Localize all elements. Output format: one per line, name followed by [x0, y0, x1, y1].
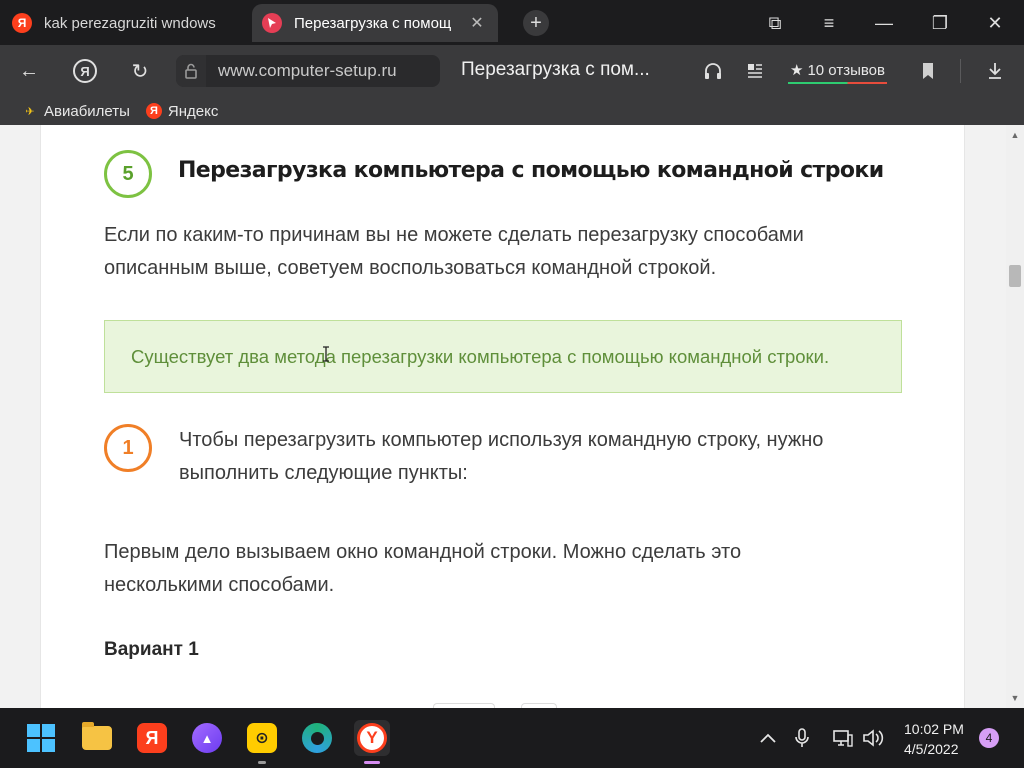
minimize-button[interactable]: — [869, 8, 899, 38]
reload-button[interactable]: ↻ [125, 56, 155, 86]
reviews-label: 10 отзывов [807, 61, 885, 79]
reviews-button[interactable]: ★ 10 отзывов [788, 58, 887, 84]
headphones-icon[interactable] [698, 56, 728, 86]
close-tab-icon[interactable]: ✕ [466, 13, 488, 33]
clock-date: 4/5/2022 [904, 741, 959, 757]
close-window-button[interactable]: ✕ [980, 8, 1010, 38]
body-paragraph: Первым дело вызываем окно командной стро… [104, 541, 742, 596]
yandex-home-button[interactable]: Я [70, 56, 100, 86]
scroll-thumb[interactable] [1009, 265, 1021, 287]
computer-setup-icon [262, 13, 282, 33]
tab-active-article[interactable]: Перезагрузка с помощ ✕ [252, 4, 498, 42]
vertical-scrollbar[interactable]: ▲ ▼ [1006, 125, 1024, 708]
yandex-icon: Я [12, 13, 32, 33]
intro-paragraph: Если по каким-то причинам вы не можете с… [104, 224, 804, 279]
file-explorer-icon[interactable] [79, 720, 115, 756]
microphone-icon[interactable] [790, 726, 814, 750]
plane-icon: ✈ [25, 105, 35, 118]
star-icon: ★ [790, 62, 804, 79]
chevron-up-icon[interactable] [756, 726, 780, 750]
substep-number-badge: 1 [104, 424, 152, 472]
system-clock[interactable]: 10:02 PM 4/5/2022 [904, 719, 964, 759]
back-button[interactable]: ← [14, 56, 44, 86]
url-field[interactable]: www.computer-setup.ru [176, 55, 440, 87]
yandex-browser-icon[interactable]: Y [354, 720, 390, 764]
bookmark-yandex[interactable]: Я Яндекс [145, 102, 219, 120]
tab-title: Перезагрузка с помощ [294, 14, 452, 32]
tab-search-results[interactable]: Я kak perezagruziti wndows [2, 4, 247, 42]
download-icon[interactable] [980, 56, 1010, 86]
bookmark-label: Авиабилеты [44, 102, 130, 120]
bookmark-aviabilety[interactable]: ✈ Авиабилеты [22, 103, 130, 120]
toolbar-divider [960, 59, 961, 83]
notice-text: Существует два метода перезагрузки компь… [131, 345, 830, 367]
yandex-icon: Я [73, 59, 97, 83]
running-indicator [258, 761, 266, 764]
alice-icon[interactable]: ▲ [189, 720, 225, 756]
tab-title: kak perezagruziti wndows [44, 14, 216, 32]
section-heading: Перезагрузка компьютера с помощью команд… [178, 158, 884, 183]
menu-icon[interactable]: ≡ [814, 8, 844, 38]
edge-icon[interactable] [299, 720, 335, 756]
scroll-up-icon[interactable]: ▲ [1006, 127, 1024, 143]
yandex-letter: Я [137, 723, 167, 753]
bookmark-icon[interactable] [913, 56, 943, 86]
reader-mode-icon[interactable] [740, 56, 770, 86]
taskbar: Я ▲ ⊙ Y 10:02 PM 4/5/2022 4 [0, 708, 1024, 768]
url-text: www.computer-setup.ru [218, 61, 397, 80]
info-notice: Существует два метода перезагрузки компь… [104, 320, 902, 393]
tab-strip: Я kak perezagruziti wndows Перезагрузка … [0, 0, 1024, 45]
active-indicator [364, 761, 380, 764]
page-viewport: 5 Перезагрузка компьютера с помощью кома… [0, 125, 1006, 708]
lock-icon[interactable] [176, 55, 206, 87]
yandex-app-icon[interactable]: Я [134, 720, 170, 756]
page-title: Перезагрузка с пом... [461, 59, 650, 80]
yandex-icon: Я [145, 103, 162, 119]
notification-badge[interactable]: 4 [979, 728, 999, 748]
bookmarks-bar: ✈ Авиабилеты Я Яндекс [0, 97, 1024, 125]
bookmarks-panel-icon[interactable]: ⧉ [760, 8, 790, 38]
maximize-button[interactable]: ❐ [925, 8, 955, 38]
address-bar: ← Я ↻ www.computer-setup.ru Перезагрузка… [0, 45, 1024, 97]
step-number-badge: 5 [104, 150, 152, 198]
windows-start-icon[interactable] [23, 720, 59, 756]
bookmark-label: Яндекс [167, 102, 219, 120]
article-card: 5 Перезагрузка компьютера с помощью кома… [40, 125, 965, 708]
scroll-down-icon[interactable]: ▼ [1006, 690, 1024, 706]
network-icon[interactable] [831, 726, 855, 750]
variant-heading: Вариант 1 [104, 639, 199, 660]
text-cursor-icon [322, 346, 330, 367]
new-tab-button[interactable]: + [523, 10, 549, 36]
substep-text: Чтобы перезагрузить компьютер используя … [179, 429, 824, 484]
clock-time: 10:02 PM [904, 721, 964, 737]
volume-icon[interactable] [861, 726, 885, 750]
yellow-app-icon[interactable]: ⊙ [244, 720, 280, 764]
